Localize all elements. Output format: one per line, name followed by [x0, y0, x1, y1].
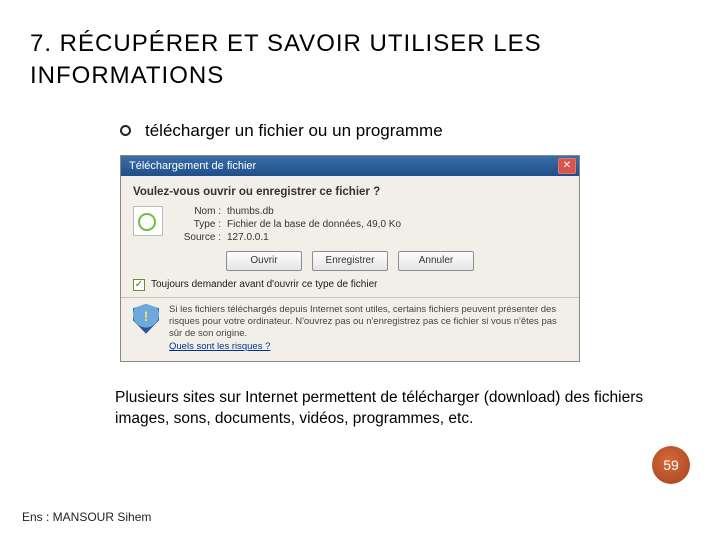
save-button[interactable]: Enregistrer — [312, 251, 388, 271]
divider — [121, 297, 579, 298]
bullet-text: télécharger un fichier ou un programme — [145, 121, 443, 141]
label-source: Source : — [173, 232, 221, 243]
download-dialog: Téléchargement de fichier ✕ Voulez-vous … — [120, 155, 580, 363]
page-number-badge: 59 — [652, 446, 690, 484]
title-frag: SAVOIR — [259, 30, 362, 57]
open-button[interactable]: Ouvrir — [226, 251, 302, 271]
title-frag: LES — [486, 30, 542, 57]
title-line2: INFORMATIONS — [30, 62, 224, 89]
footer-author: Ens : MANSOUR Sihem — [22, 510, 151, 524]
always-ask-label: Toujours demander avant d'ouvrir ce type… — [151, 279, 377, 290]
dialog-titlebar: Téléchargement de fichier ✕ — [121, 156, 579, 176]
dialog-title: Téléchargement de fichier — [129, 160, 256, 172]
close-button[interactable]: ✕ — [558, 158, 576, 174]
shield-icon — [133, 304, 159, 334]
title-frag: 7. R — [30, 30, 78, 57]
warning-text: Si les fichiers téléchargés depuis Inter… — [169, 304, 567, 354]
label-name: Nom : — [173, 206, 221, 217]
body-paragraph: Plusieurs sites sur Internet permettent … — [0, 362, 720, 430]
warning-body: Si les fichiers téléchargés depuis Inter… — [169, 304, 557, 339]
title-frag: ÉCUPÉRER — [78, 30, 219, 57]
value-source: 127.0.0.1 — [227, 232, 401, 243]
title-frag: UTILISER — [362, 30, 486, 57]
value-name: thumbs.db — [227, 206, 401, 217]
file-icon — [133, 206, 163, 236]
label-type: Type : — [173, 219, 221, 230]
cancel-button[interactable]: Annuler — [398, 251, 474, 271]
title-frag: ET — [219, 30, 259, 57]
always-ask-checkbox[interactable]: ✓ — [133, 279, 145, 291]
file-info: Nom : thumbs.db Type : Fichier de la bas… — [173, 206, 401, 243]
risk-link[interactable]: Quels sont les risques ? — [169, 341, 270, 353]
dialog-question: Voulez-vous ouvrir ou enregistrer ce fic… — [133, 186, 567, 198]
bullet-item: télécharger un fichier ou un programme — [0, 103, 720, 149]
bullet-icon — [120, 125, 131, 136]
slide-title: 7. RÉCUPÉRER ET SAVOIR UTILISER LES INFO… — [0, 0, 720, 103]
value-type: Fichier de la base de données, 49,0 Ko — [227, 219, 401, 230]
